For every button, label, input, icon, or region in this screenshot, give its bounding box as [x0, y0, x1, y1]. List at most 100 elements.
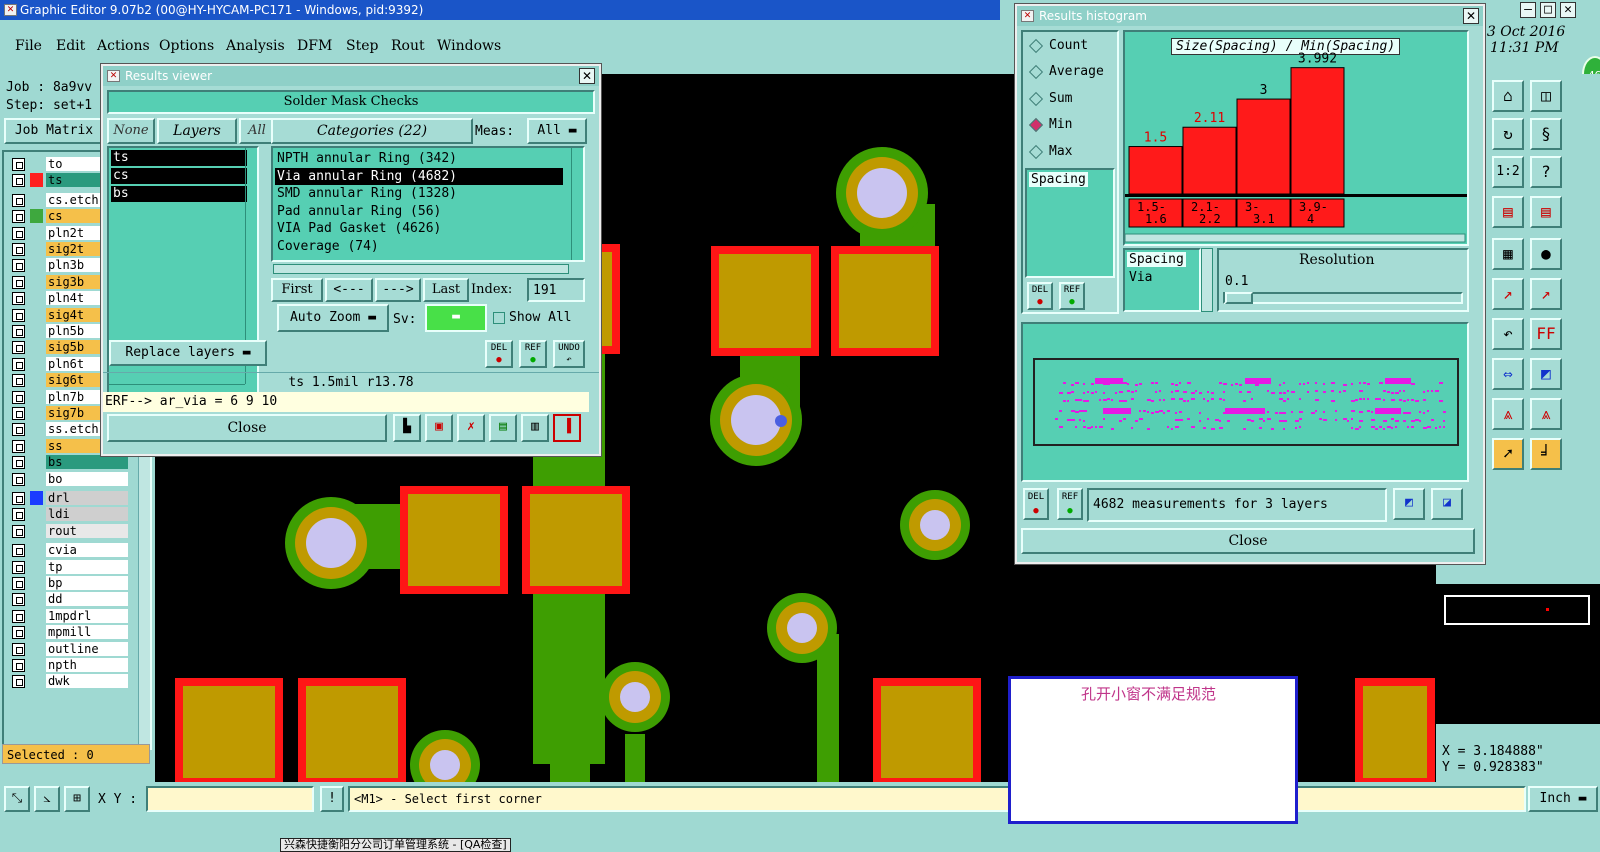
drill-icon[interactable]: ▙	[393, 414, 421, 442]
layer-checkbox[interactable]	[12, 390, 25, 404]
menu-analysis[interactable]: Analysis	[226, 38, 285, 54]
image-icon[interactable]: ▣	[425, 414, 453, 442]
layer-checkbox[interactable]	[12, 593, 25, 607]
histogram-close-button[interactable]: Close	[1021, 528, 1475, 554]
job-matrix-button[interactable]: Job Matrix	[4, 118, 104, 144]
histogram-bar[interactable]	[1128, 146, 1183, 195]
resolution-slider-thumb[interactable]	[1225, 292, 1253, 304]
layer-checkbox[interactable]	[12, 439, 25, 453]
histogram-bar[interactable]	[1236, 98, 1291, 195]
layer-row[interactable]: mpmill	[8, 624, 128, 640]
close-icon[interactable]: ✕	[1463, 8, 1479, 24]
first-button[interactable]: First	[271, 278, 323, 302]
layer-checkbox[interactable]	[12, 226, 25, 240]
layer-checkbox[interactable]	[12, 374, 25, 388]
resolution-slider[interactable]	[1223, 292, 1463, 304]
layer-checkbox[interactable]	[12, 275, 25, 289]
category-item[interactable]: NPTH annular Ring (342)	[275, 150, 563, 167]
menu-step[interactable]: Step	[346, 38, 378, 54]
menu-rout[interactable]: Rout	[391, 38, 425, 54]
layer-checkbox[interactable]	[12, 544, 25, 558]
layer-checkbox[interactable]	[12, 174, 25, 188]
rotate-box-icon[interactable]: ↻	[1492, 118, 1524, 150]
close-button[interactable]: Close	[107, 414, 387, 442]
hist-ref-button[interactable]: REF ●	[1059, 282, 1085, 310]
layer-checkbox[interactable]	[12, 357, 25, 371]
undo-icon[interactable]: ↶	[1492, 318, 1524, 350]
layer-row[interactable]: tp	[8, 559, 128, 575]
category-item[interactable]: Via annular Ring (4682)	[275, 167, 563, 185]
all-button[interactable]: All	[239, 118, 275, 144]
layers-button[interactable]: Layers	[157, 118, 237, 144]
ruler-icon[interactable]: ▦	[1492, 238, 1524, 270]
export-icon[interactable]: ◩	[1393, 488, 1425, 520]
ref-delete-icon[interactable]: ✗	[457, 414, 485, 442]
hist-del-button-2[interactable]: DEL ●	[1023, 488, 1049, 520]
layer-row[interactable]: dwk	[8, 673, 128, 689]
radio-diamond-icon[interactable]	[1028, 38, 1044, 54]
snake-icon[interactable]: §	[1530, 118, 1562, 150]
layer-row[interactable]: drl	[8, 490, 128, 506]
snap-icon[interactable]: ↗	[1492, 278, 1524, 310]
layer-checkbox[interactable]	[12, 577, 25, 590]
layer-row[interactable]: rout	[8, 523, 128, 539]
pointer-icon[interactable]: ➚	[1492, 438, 1524, 470]
value-list[interactable]: Spacing Via	[1123, 248, 1201, 312]
alert-icon[interactable]: !	[320, 786, 344, 812]
ff-icon[interactable]: FF	[1530, 318, 1562, 350]
home-icon[interactable]: ⌂	[1492, 80, 1524, 112]
histogram-icon[interactable]: ▐	[553, 414, 581, 442]
value-item[interactable]: Via	[1127, 270, 1154, 285]
menu-windows[interactable]: Windows	[437, 38, 501, 54]
layer-checkbox[interactable]	[12, 243, 25, 256]
value-list-scroll[interactable]	[1201, 248, 1213, 312]
layers-icon[interactable]: ▤	[1530, 196, 1562, 228]
layer-checkbox[interactable]	[12, 210, 25, 224]
auto-zoom-select[interactable]: Auto Zoom ▬	[277, 304, 389, 332]
close-app-button[interactable]: ✕	[1560, 2, 1576, 18]
notes-icon[interactable]: ▥	[521, 414, 549, 442]
layer-checkbox[interactable]	[12, 423, 25, 437]
chart-scrollbar[interactable]	[1125, 233, 1466, 243]
menu-file[interactable]: File	[15, 38, 42, 54]
units-select[interactable]: Inch ▬	[1528, 786, 1598, 812]
triangle-up-icon[interactable]: ⩓	[1492, 398, 1524, 430]
measure-tool-icon[interactable]: ⦣	[34, 786, 60, 812]
layer-checkbox[interactable]	[12, 524, 25, 538]
minimize-button[interactable]: –	[1520, 2, 1536, 18]
layer-checkbox[interactable]	[12, 675, 25, 689]
layer-checkbox[interactable]	[12, 508, 25, 522]
zoom-icon[interactable]: ⤡	[4, 786, 30, 812]
layer-checkbox[interactable]	[12, 456, 25, 470]
show-all-checkbox[interactable]	[493, 312, 505, 324]
none-button[interactable]: None	[107, 118, 155, 144]
category-list[interactable]: NPTH annular Ring (342) Via annular Ring …	[271, 146, 585, 262]
radio-diamond-icon[interactable]	[1028, 91, 1044, 106]
next-button[interactable]: --->	[375, 278, 421, 302]
report-icon[interactable]: ▤	[489, 414, 517, 442]
index-input[interactable]	[527, 278, 585, 302]
hist-ref-button-2[interactable]: REF ●	[1057, 488, 1083, 520]
field-item[interactable]: Spacing	[1029, 172, 1088, 187]
menu-actions[interactable]: Actions	[97, 38, 150, 54]
layer-checkbox[interactable]	[12, 659, 25, 672]
scale-icon[interactable]: 1:2	[1492, 156, 1524, 188]
snap-icon[interactable]: ↗	[1530, 278, 1562, 310]
taskbar-item[interactable]: 兴森快捷衡阳分公司订单管理系统 - [QA检查]	[280, 838, 511, 852]
help-icon[interactable]: ?	[1530, 156, 1562, 188]
histogram-bar[interactable]	[1290, 67, 1345, 195]
maximize-button[interactable]: □	[1540, 2, 1556, 18]
field-list[interactable]: Spacing	[1025, 168, 1115, 278]
hist-del-button[interactable]: DEL ●	[1027, 282, 1053, 310]
layer-row[interactable]: bo	[8, 471, 128, 487]
layer-checkbox[interactable]	[12, 158, 25, 171]
layer-row[interactable]: bp	[8, 575, 128, 591]
category-scroll[interactable]	[571, 148, 583, 260]
category-item[interactable]: VIA Pad Gasket (4626)	[275, 220, 563, 237]
grid-tool-icon[interactable]: ⊞	[64, 786, 90, 812]
layer-checkbox[interactable]	[12, 325, 25, 338]
layer-item[interactable]: cs	[111, 168, 247, 184]
stairs-icon[interactable]: ╛	[1530, 438, 1562, 470]
layer-checkbox[interactable]	[12, 308, 25, 322]
last-button[interactable]: Last	[423, 278, 469, 302]
